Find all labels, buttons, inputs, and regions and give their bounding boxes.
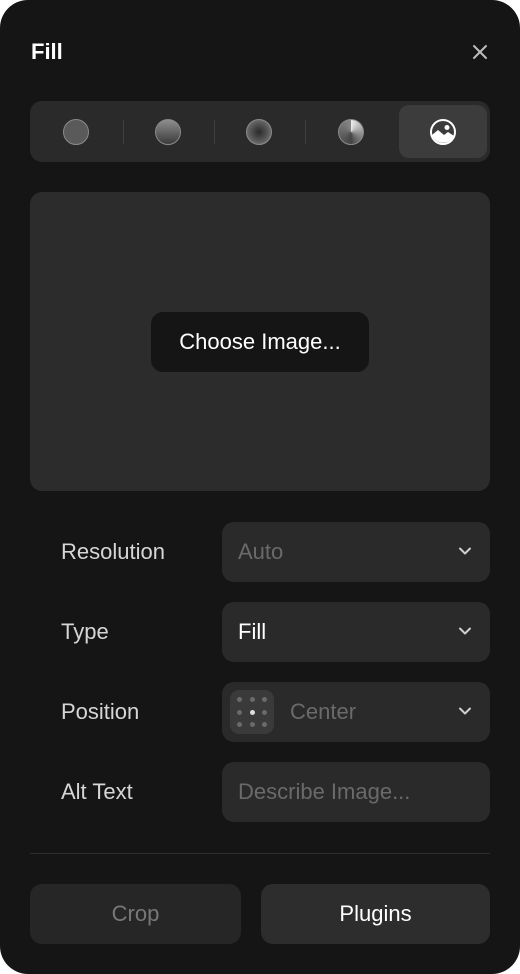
footer-divider: [30, 853, 490, 854]
position-label: Position: [61, 699, 140, 724]
type-label: Type: [61, 619, 109, 644]
crop-button[interactable]: Crop: [30, 884, 241, 944]
tab-radial-gradient[interactable]: [215, 105, 303, 158]
image-fill-icon: [430, 118, 456, 145]
fill-panel: Fill Choose Image... Resolution Auto Typ…: [0, 0, 520, 974]
chevron-down-icon: [459, 627, 471, 635]
position-select[interactable]: Center: [222, 682, 490, 742]
tab-solid-fill[interactable]: [32, 105, 120, 158]
choose-image-button[interactable]: Choose Image...: [151, 312, 369, 372]
position-value: Center: [290, 699, 357, 724]
close-button[interactable]: [466, 38, 494, 66]
type-value: Fill: [238, 619, 267, 644]
tab-image-fill[interactable]: [399, 105, 487, 158]
solid-fill-icon: [63, 118, 89, 145]
alt-text-placeholder: Describe Image...: [238, 779, 411, 804]
close-icon: [473, 45, 487, 59]
resolution-label: Resolution: [61, 539, 165, 564]
tab-linear-gradient[interactable]: [124, 105, 212, 158]
tab-conic-gradient[interactable]: [307, 105, 395, 158]
conic-gradient-icon: [338, 118, 364, 145]
resolution-select[interactable]: Auto: [222, 522, 490, 582]
chevron-down-icon: [459, 547, 471, 555]
position-grid-icon: [230, 690, 274, 734]
type-select[interactable]: Fill: [222, 602, 490, 662]
alt-text-field[interactable]: Describe Image...: [222, 762, 490, 822]
radial-gradient-icon: [246, 118, 272, 145]
fill-type-tabs: [30, 101, 490, 162]
resolution-value: Auto: [238, 539, 284, 564]
chevron-down-icon: [459, 707, 471, 715]
panel-title: Fill: [31, 39, 63, 64]
tab-divider: [305, 120, 306, 144]
linear-gradient-icon: [155, 118, 181, 145]
alt-text-label: Alt Text: [61, 779, 133, 804]
plugins-button[interactable]: Plugins: [261, 884, 490, 944]
